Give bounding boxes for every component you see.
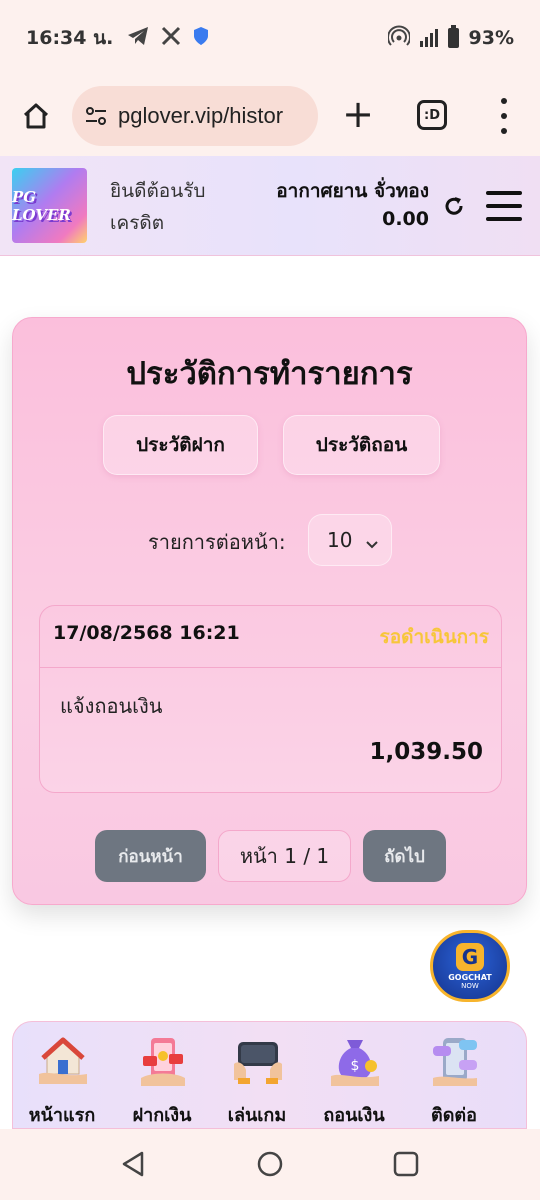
home-hand-icon (39, 1037, 87, 1084)
transaction-description: แจ้งถอนเงิน (60, 694, 163, 718)
tab-deposit-history[interactable]: ประวัติฝาก (103, 415, 258, 475)
back-icon[interactable] (118, 1149, 148, 1179)
battery-icon (447, 25, 459, 48)
hamburger-menu-icon[interactable] (486, 191, 522, 221)
status-time: 16:34 น. (26, 27, 114, 49)
page-indicator: หน้า 1 / 1 (218, 830, 351, 882)
site-logo[interactable]: PG LOVER (12, 168, 87, 243)
nav-label-deposit: ฝากเงิน (132, 1105, 192, 1126)
status-bar: 16:34 น. 93% (0, 0, 540, 76)
recents-icon[interactable] (392, 1150, 420, 1178)
phone-money-icon (141, 1038, 185, 1086)
page-title: ประวัติการทำรายการ (126, 356, 413, 392)
system-navigation-bar (0, 1129, 540, 1200)
next-page-button[interactable]: ถัดไป (363, 830, 446, 882)
browser-home-button[interactable] (0, 86, 72, 146)
money-bag-icon: $ (331, 1040, 379, 1086)
chat-label: GOGCHAT (448, 972, 492, 982)
transaction-item: 17/08/2568 16:21 รอดำเนินการ แจ้งถอนเงิน… (39, 605, 502, 793)
nav-item-deposit[interactable]: ฝากเงิน (117, 1030, 207, 1126)
previous-page-button[interactable]: ก่อนหน้า (95, 830, 206, 882)
transaction-datetime: 17/08/2568 16:21 (53, 622, 240, 644)
nav-item-contact[interactable]: ติดต่อ (409, 1030, 499, 1126)
credit-balance: 0.00 (382, 208, 429, 230)
transaction-header: 17/08/2568 16:21 รอดำเนินการ (40, 606, 501, 668)
x-icon (161, 26, 181, 51)
chat-phone-icon (433, 1038, 477, 1086)
transaction-history-card: ประวัติการทำรายการ ประวัติฝาก ประวัติถอน… (12, 317, 527, 905)
browser-menu-button[interactable] (492, 98, 516, 134)
url-text: pglover.vip/histor (118, 103, 284, 128)
tab-withdraw-history[interactable]: ประวัติถอน (283, 415, 440, 475)
browser-toolbar: pglover.vip/histor + :D (0, 76, 540, 156)
hotspot-icon (386, 25, 411, 52)
bottom-navigation: หน้าแรก ฝากเงิน เล่นเกม $ ถอนเงิน ติดต่อ (12, 1021, 527, 1129)
refresh-balance-icon[interactable] (442, 194, 466, 222)
username: อากาศยาน จั่วทอง (276, 180, 429, 202)
chat-logo-icon: G (456, 942, 484, 971)
signal-icon (419, 29, 438, 47)
per-page-select[interactable]: 10 (308, 514, 392, 566)
nav-label-withdraw: ถอนเงิน (323, 1105, 385, 1126)
chevron-down-icon (365, 532, 379, 556)
status-badge: รอดำเนินการ (379, 626, 489, 648)
tab-switcher-button[interactable]: :D (417, 100, 447, 130)
home-circle-icon[interactable] (256, 1150, 284, 1178)
per-page-label: รายการต่อหน้า: (148, 530, 286, 554)
site-settings-icon[interactable] (84, 106, 108, 126)
logo-text: PG LOVER (12, 187, 71, 224)
nav-label-home: หน้าแรก (28, 1105, 96, 1126)
home-icon (23, 103, 49, 129)
nav-item-home[interactable]: หน้าแรก (17, 1030, 107, 1126)
game-phone-icon (234, 1042, 282, 1084)
nav-label-contact: ติดต่อ (431, 1105, 477, 1126)
transaction-amount: 1,039.50 (369, 739, 484, 765)
battery-percent: 93% (468, 27, 514, 49)
telegram-icon (127, 26, 149, 51)
per-page-value: 10 (327, 528, 353, 552)
chat-sublabel: NOW (461, 981, 479, 990)
address-bar[interactable]: pglover.vip/histor (72, 86, 318, 146)
nav-item-play[interactable]: เล่นเกม (212, 1030, 302, 1126)
shield-icon (193, 26, 209, 51)
credit-label: เครดิต (110, 212, 165, 234)
welcome-text: ยินดีต้อนรับ (110, 180, 206, 202)
live-chat-button[interactable]: G GOGCHAT NOW (430, 930, 510, 1002)
nav-item-withdraw[interactable]: $ ถอนเงิน (309, 1030, 399, 1126)
svg-text:$: $ (351, 1058, 360, 1074)
nav-label-play: เล่นเกม (227, 1105, 287, 1126)
new-tab-button[interactable]: + (338, 86, 378, 146)
